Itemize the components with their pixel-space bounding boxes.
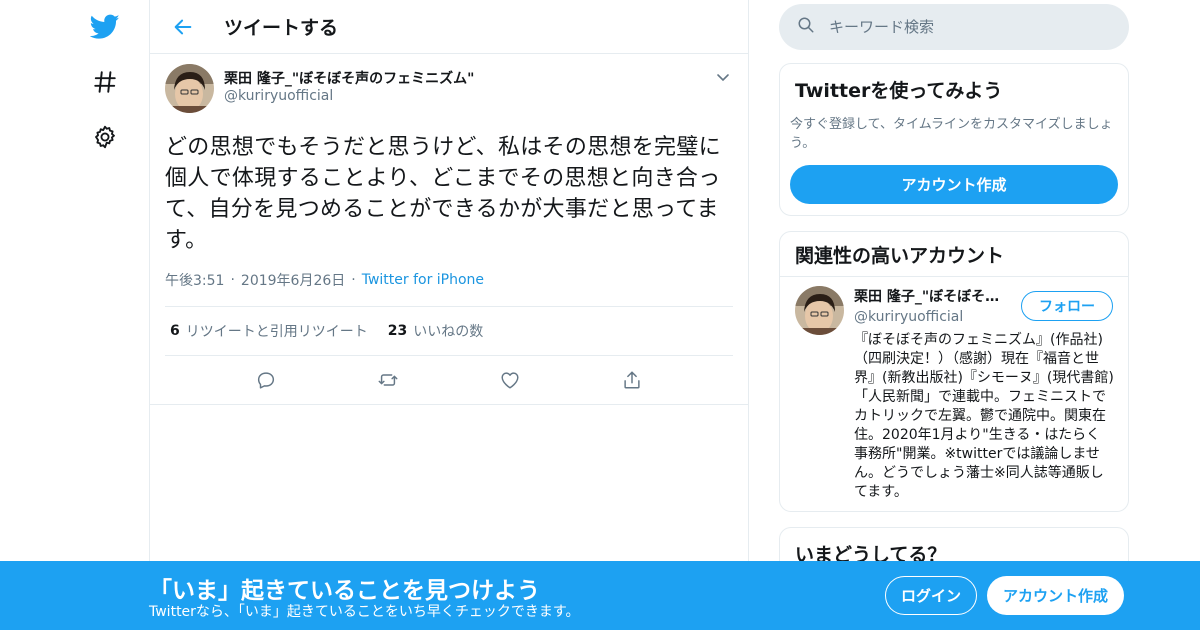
tweet-author: 栗田 隆子_"ぼそぼそ声のフェミニズム" @kuriryuofficial	[165, 64, 733, 114]
share-icon[interactable]	[615, 363, 649, 397]
signup-card-title: Twitterを使ってみよう	[795, 80, 1003, 102]
gear-icon[interactable]	[88, 120, 122, 154]
reply-icon[interactable]	[249, 363, 283, 397]
author-name[interactable]: 栗田 隆子_"ぼそぼそ声のフェミニズム"	[224, 68, 474, 88]
avatar[interactable]	[165, 64, 214, 113]
tweet-date[interactable]: 2019年6月26日	[241, 270, 345, 290]
retweets-label: リツイートと引用リツイート	[185, 324, 368, 340]
avatar[interactable]	[795, 286, 844, 335]
search-bar[interactable]	[779, 4, 1129, 50]
create-account-button[interactable]: アカウント作成	[790, 165, 1118, 204]
related-accounts-title: 関連性の高いアカウント	[780, 232, 1128, 277]
likes-label: いいねの数	[413, 324, 484, 340]
chevron-down-icon[interactable]	[713, 68, 733, 88]
tweet-actions	[165, 356, 733, 404]
likes-count: 23	[387, 323, 408, 339]
tweet-stats: 6 リツイートと引用リツイート 23 いいねの数	[165, 306, 733, 356]
page-title: ツイートする	[224, 17, 339, 39]
separator-dot: ·	[351, 272, 356, 288]
search-icon	[797, 16, 815, 38]
left-nav	[0, 0, 150, 630]
twitter-bird-icon[interactable]	[88, 10, 122, 44]
separator-dot: ·	[230, 272, 235, 288]
follow-button[interactable]: フォロー	[1021, 291, 1113, 321]
page-header: ツイートする	[150, 0, 748, 54]
login-button[interactable]: ログイン	[885, 576, 977, 615]
tweet: 栗田 隆子_"ぼそぼそ声のフェミニズム" @kuriryuofficial どの…	[150, 54, 748, 405]
search-input[interactable]	[829, 18, 1109, 36]
tweet-meta: 午後3:51 · 2019年6月26日 · Twitter for iPhone	[165, 270, 733, 290]
like-icon[interactable]	[493, 363, 527, 397]
banner-title: 「いま」起きていることを見つけよう	[149, 578, 540, 604]
signup-banner: 「いま」起きていることを見つけよう Twitterなら、「いま」起きていることを…	[0, 561, 1200, 630]
retweets-stat[interactable]: 6 リツイートと引用リツイート	[170, 321, 368, 341]
related-account-bio: 『ぼそぼそ声のフェミニズム』(作品社)（四刷決定！）（感謝）現在『福音と世界』(…	[854, 332, 1114, 500]
retweet-icon[interactable]	[371, 363, 405, 397]
hashtag-icon[interactable]	[88, 65, 122, 99]
author-handle[interactable]: @kuriryuofficial	[224, 88, 333, 104]
main-column: ツイートする 栗田 隆子_"ぼそぼそ声のフェミニズム" @kuriryuoffi…	[149, 0, 749, 630]
tweet-source-link[interactable]: Twitter for iPhone	[362, 272, 484, 288]
signup-card-description: 今すぐ登録して、タイムラインをカスタマイズしましょう。	[790, 117, 1113, 151]
related-account-item[interactable]: 栗田 隆子_"ぼそぼそ声のフェミニズム" @kuriryuofficial フォ…	[780, 277, 1128, 502]
retweets-count: 6	[170, 323, 180, 339]
back-arrow-icon[interactable]	[166, 10, 200, 44]
twitter-page: ツイートする 栗田 隆子_"ぼそぼそ声のフェミニズム" @kuriryuoffi…	[0, 0, 1200, 630]
banner-create-account-button[interactable]: アカウント作成	[987, 576, 1124, 615]
likes-stat[interactable]: 23 いいねの数	[388, 321, 483, 341]
tweet-time[interactable]: 午後3:51	[165, 270, 224, 290]
signup-card: Twitterを使ってみよう 今すぐ登録して、タイムラインをカスタマイズしましょ…	[779, 63, 1129, 216]
tweet-text: どの思想でもそうだと思うけど、私はその思想を完璧に個人で体現することより、どこま…	[165, 135, 721, 253]
related-account-name[interactable]: 栗田 隆子_"ぼそぼそ声のフェミニズム"	[854, 286, 1009, 306]
related-accounts-card: 関連性の高いアカウント 栗田 隆子_"ぼそぼそ声のフェミニズム" @kuriry…	[779, 231, 1129, 512]
banner-subtitle: Twitterなら、「いま」起きていることをいち早くチェックできます。	[149, 604, 580, 620]
